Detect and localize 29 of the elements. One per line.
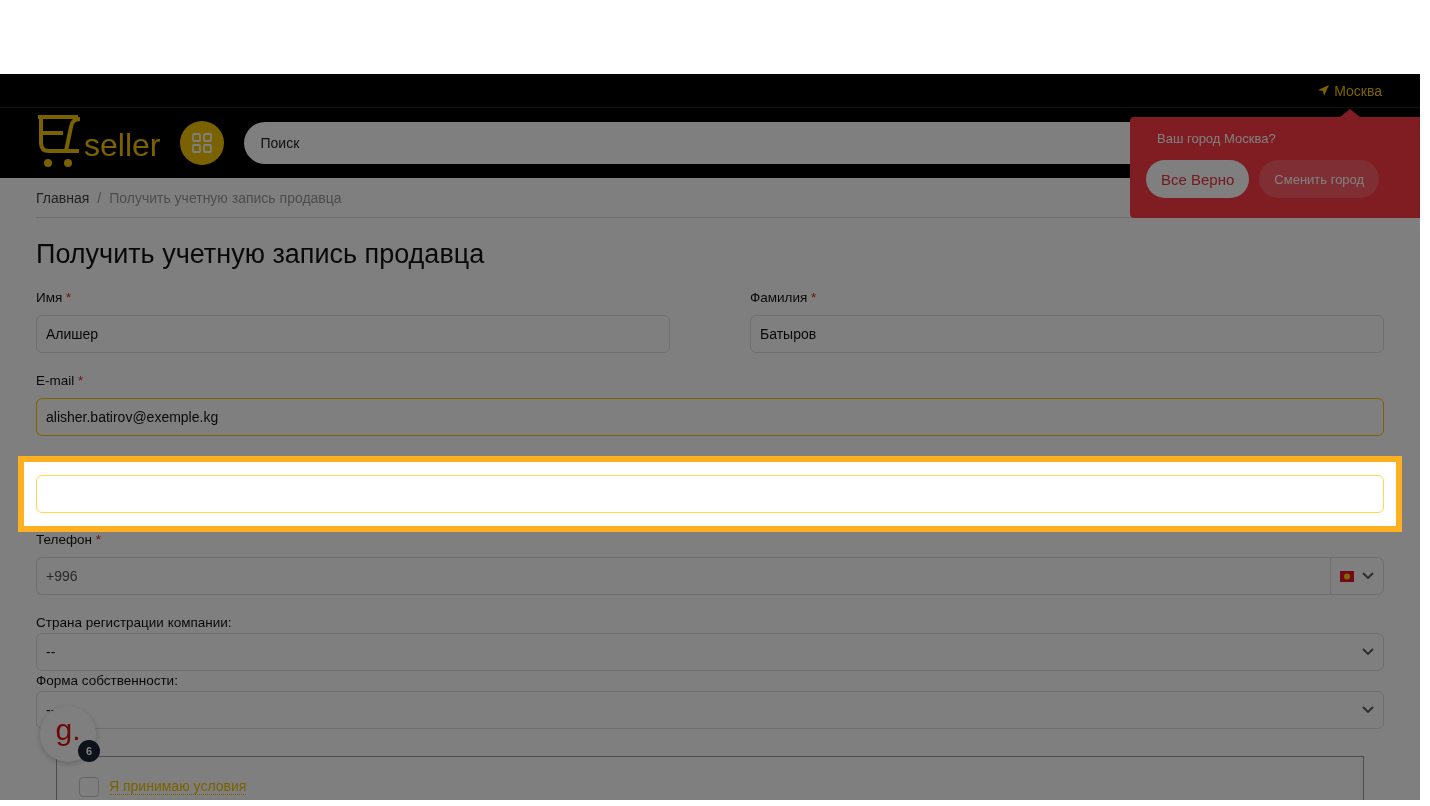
confirm-city-button[interactable]: Все Верно: [1146, 160, 1250, 198]
text-field[interactable]: Батыров: [750, 315, 1384, 353]
field-label: Страна регистрации компании:: [36, 615, 232, 631]
text-field[interactable]: alisher.batirov@exemple.kg: [36, 398, 1384, 436]
field-label: E-mail *: [36, 373, 84, 389]
city-question: Ваш город Москва?: [1157, 131, 1277, 146]
notification-badge: 6: [78, 740, 100, 762]
field-label: Форма собственности:: [36, 673, 178, 689]
phone-field[interactable]: +996: [36, 557, 1330, 595]
grid-icon: [192, 133, 213, 153]
page-title: Получить учетную запись продавца: [36, 238, 486, 270]
country-code-dropdown[interactable]: [1330, 557, 1384, 595]
field-label: Имя *: [36, 290, 72, 306]
chevron-down-icon: [1362, 648, 1374, 656]
breadcrumb-separator: /: [97, 190, 102, 206]
field-label: Фамилия *: [750, 290, 817, 306]
chevron-down-icon: [1362, 572, 1374, 580]
breadcrumb-link[interactable]: Главная: [36, 190, 90, 206]
city-selector[interactable]: Москва: [1318, 82, 1382, 99]
text-field[interactable]: Алишер: [36, 315, 670, 353]
flag-icon: [1340, 570, 1354, 582]
select-dropdown[interactable]: --: [36, 633, 1384, 671]
location-arrow-icon: [1318, 85, 1330, 96]
chevron-down-icon: [1362, 706, 1374, 714]
catalog-button[interactable]: [180, 121, 225, 165]
logo-text: seller: [84, 129, 161, 161]
checkbox[interactable]: [79, 776, 99, 797]
field-label: Телефон *: [36, 532, 102, 548]
text-field[interactable]: [36, 475, 1384, 513]
